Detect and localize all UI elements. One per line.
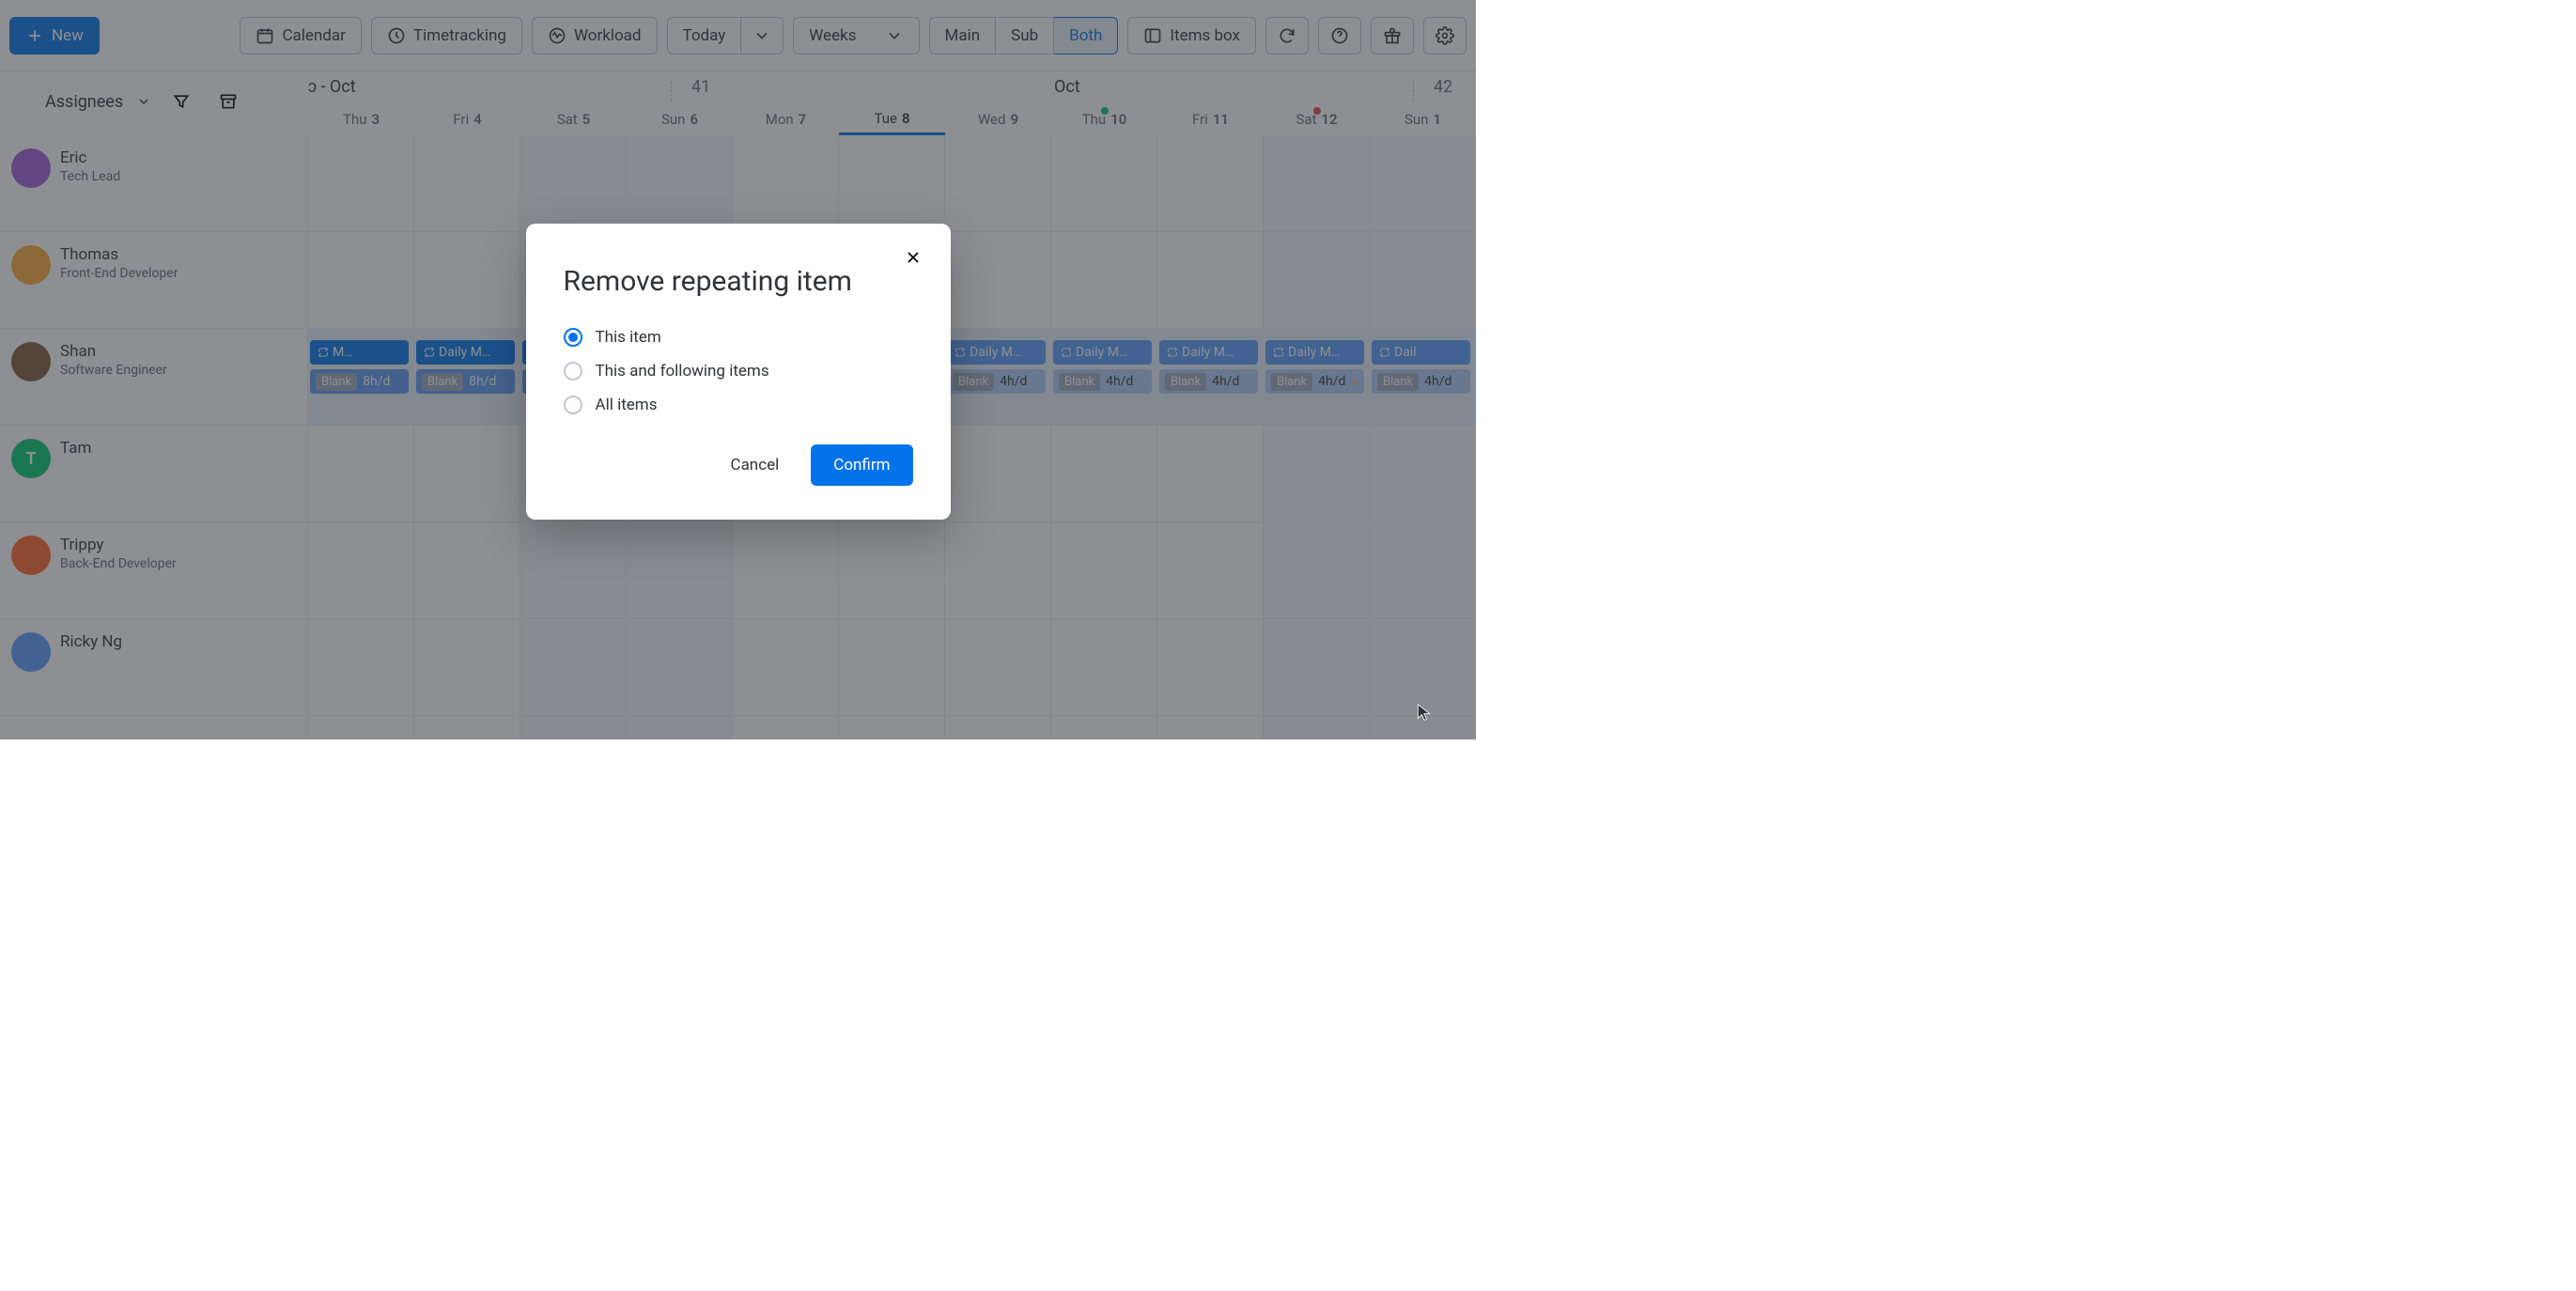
- radio-this-item[interactable]: This item: [564, 328, 913, 347]
- radio-following-items[interactable]: This and following items: [564, 362, 913, 381]
- radio-indicator: [564, 328, 582, 347]
- cancel-label: Cancel: [731, 456, 780, 474]
- radio-indicator: [564, 396, 582, 414]
- modal-close-button[interactable]: [900, 244, 926, 271]
- confirm-label: Confirm: [833, 456, 890, 474]
- remove-repeating-modal: Remove repeating item This item This and…: [526, 224, 951, 520]
- radio-all-items[interactable]: All items: [564, 396, 913, 414]
- radio-indicator: [564, 362, 582, 381]
- radio-label: This and following items: [596, 362, 769, 381]
- confirm-button[interactable]: Confirm: [811, 444, 912, 486]
- cancel-button[interactable]: Cancel: [712, 444, 799, 486]
- modal-title: Remove repeating item: [564, 265, 913, 298]
- mouse-cursor: [1415, 703, 1434, 722]
- close-icon: [904, 248, 923, 267]
- modal-overlay[interactable]: Remove repeating item This item This and…: [0, 0, 1476, 739]
- radio-label: This item: [596, 328, 661, 347]
- radio-label: All items: [596, 396, 658, 414]
